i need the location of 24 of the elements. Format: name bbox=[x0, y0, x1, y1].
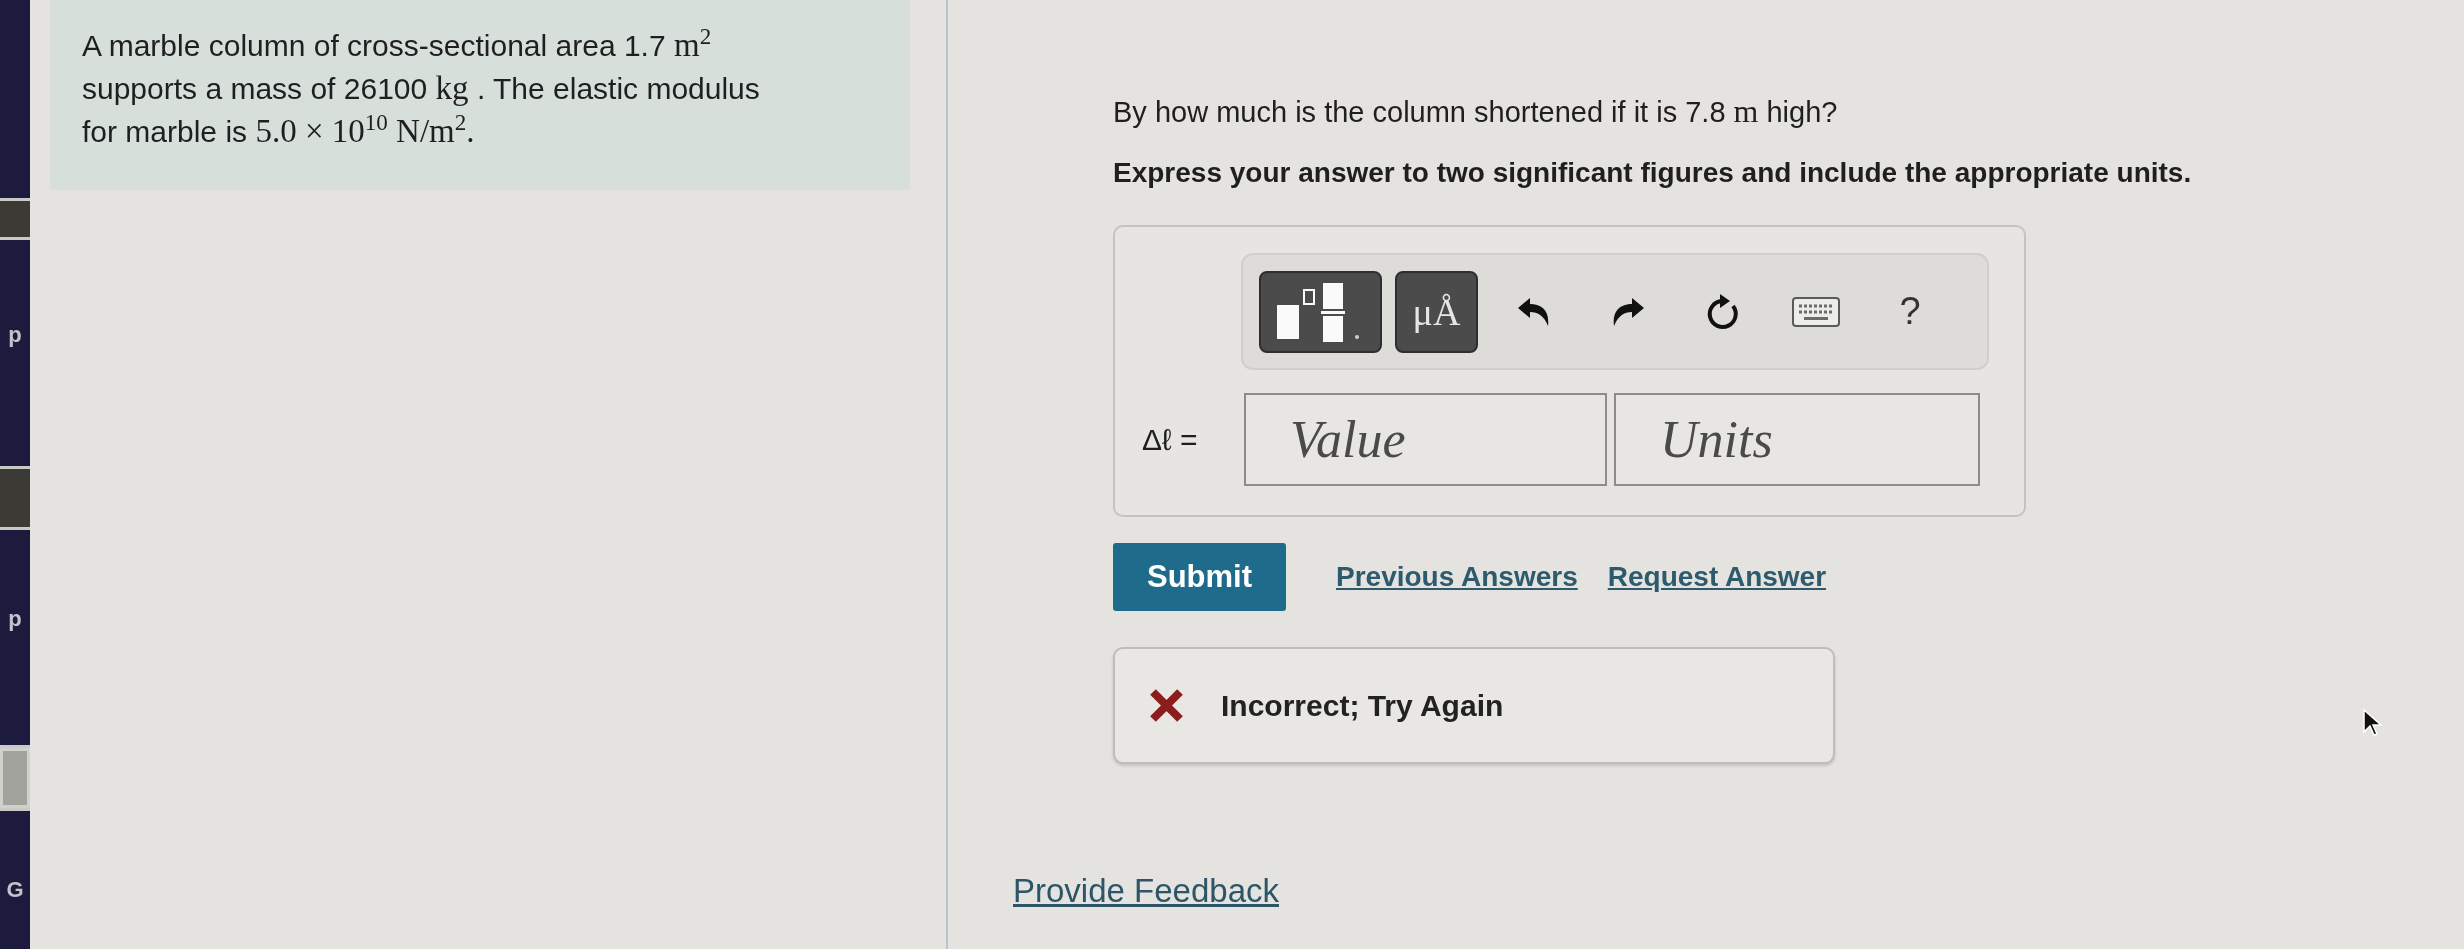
request-answer-link[interactable]: Request Answer bbox=[1607, 561, 1827, 593]
redo-icon bbox=[1611, 296, 1645, 327]
sidebar-item[interactable]: G bbox=[6, 877, 24, 903]
sidebar-block bbox=[0, 469, 30, 527]
units-field[interactable]: Units bbox=[1614, 393, 1980, 486]
templates-button[interactable] bbox=[1259, 270, 1382, 353]
question-text: By how much is the column shortened if it is 7.8 m high? bbox=[1113, 94, 1838, 130]
provide-feedback-link[interactable]: Provide Feedback bbox=[1013, 871, 1279, 911]
mouse-pointer-icon bbox=[2362, 708, 2386, 738]
keyboard-icon bbox=[1792, 296, 1840, 327]
sidebar-item[interactable]: p bbox=[8, 606, 22, 632]
sidebar-block bbox=[0, 201, 30, 237]
help-button[interactable]: ? bbox=[1880, 281, 1940, 342]
previous-answers-link[interactable]: Previous Answers bbox=[1336, 561, 1578, 593]
undo-icon bbox=[1517, 296, 1551, 327]
instruction-text: Express your answer to two significant figures and include the appropriate units. bbox=[1113, 156, 2192, 190]
sidebar-block bbox=[0, 748, 30, 808]
variable-label: Δℓ = bbox=[1142, 422, 1199, 457]
sidebar-item[interactable]: p bbox=[8, 322, 22, 348]
feedback-text: Incorrect; Try Again bbox=[1221, 688, 1504, 723]
submit-button[interactable]: Submit bbox=[1113, 543, 1286, 611]
value-field[interactable]: Value bbox=[1244, 393, 1607, 486]
problem-text: A marble column of cross-sectional area 1.7 m$^{2}$ supports a mass of 26100 kg . The elastic modulus for marble is 5.0 × 10$^{10}$ N/m$^{2}$. bbox=[82, 24, 761, 151]
units-button[interactable]: μÅ bbox=[1395, 270, 1478, 353]
